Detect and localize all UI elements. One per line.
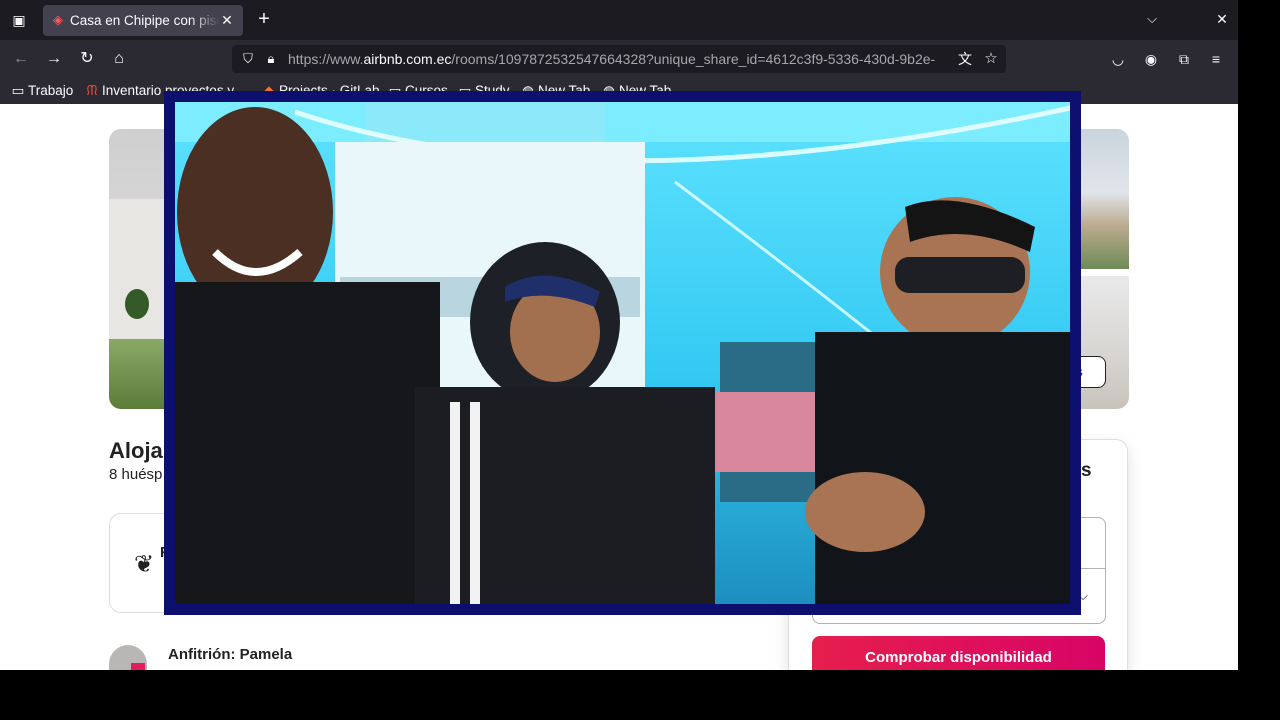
url-text[interactable]: https://www.airbnb.com.ec/rooms/10978725…	[288, 51, 944, 68]
lock-icon[interactable]: 🔒︎	[264, 50, 278, 68]
screen-edge	[0, 670, 1280, 720]
new-tab-icon[interactable]: +	[254, 8, 274, 30]
airbnb-icon: ◈	[53, 12, 63, 27]
avatar[interactable]	[109, 645, 147, 670]
tab-active[interactable]: ◈ Casa en Chipipe con piscina ✕	[43, 5, 243, 36]
check-availability-button[interactable]: Comprobar disponibilidad	[812, 636, 1105, 670]
extensions-icon[interactable]: ⧉	[1174, 49, 1194, 69]
tab-close-icon[interactable]: ✕	[220, 12, 234, 28]
laurel-icon: ❦	[134, 551, 155, 578]
listing-photo-5[interactable]	[1078, 276, 1129, 409]
browser-window: ▣ ◈ Casa en Chipipe con piscina ✕ + ⌵ ✕ …	[0, 0, 1238, 670]
host-name: Anfitrión: Pamela	[168, 646, 293, 663]
reload-icon[interactable]: ↻	[76, 48, 98, 70]
pocket-icon[interactable]: ◡	[1108, 49, 1128, 69]
wave-icon: ᙏ	[86, 83, 98, 98]
account-icon[interactable]: ◉	[1141, 49, 1161, 69]
tab-bar: ▣ ◈ Casa en Chipipe con piscina ✕ + ⌵ ✕	[0, 0, 1238, 40]
folder-icon: ▭	[11, 83, 25, 98]
video-scene	[175, 102, 1070, 604]
video-overlay[interactable]	[164, 91, 1081, 615]
listing-photo-main[interactable]	[109, 129, 169, 409]
chevron-down-icon[interactable]: ⌵	[1143, 9, 1161, 29]
window-close-icon[interactable]: ✕	[1213, 9, 1231, 29]
url-bar[interactable]: ⛉ 🔒︎ https://www.airbnb.com.ec/rooms/109…	[232, 45, 1006, 73]
nav-bar: ← → ↻ ⌂ ⛉ 🔒︎ https://www.airbnb.com.ec/r…	[0, 40, 1238, 78]
tab-title: Casa en Chipipe con piscina	[70, 13, 220, 29]
forward-icon[interactable]: →	[43, 48, 65, 70]
screen-edge	[1238, 0, 1280, 720]
tab-list-icon[interactable]: ▣	[8, 9, 30, 31]
video-frame	[175, 102, 1070, 604]
superhost-badge	[131, 663, 145, 670]
shield-icon[interactable]: ⛉	[240, 51, 256, 67]
back-icon[interactable]: ←	[10, 48, 32, 70]
home-icon[interactable]: ⌂	[108, 48, 130, 70]
price-text: s	[1081, 460, 1092, 481]
listing-photo-4[interactable]	[1078, 129, 1129, 269]
menu-icon[interactable]: ≡	[1206, 49, 1226, 69]
bookmark-trabajo[interactable]: ▭ Trabajo	[11, 82, 74, 100]
star-icon[interactable]: ☆	[982, 50, 1000, 68]
translate-icon[interactable]: 文	[956, 50, 974, 68]
